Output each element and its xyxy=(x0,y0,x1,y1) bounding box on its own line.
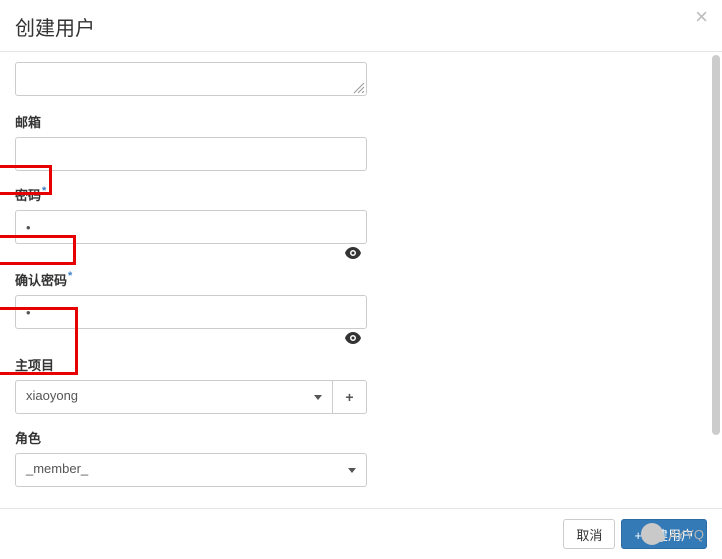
password-label-text: 密码 xyxy=(15,188,41,203)
required-star: * xyxy=(42,185,46,197)
description-textarea[interactable] xyxy=(15,62,367,96)
password-label: 密码* xyxy=(15,185,367,204)
modal-body: 邮箱 密码* 确认密码* xyxy=(0,52,722,508)
confirm-password-label: 确认密码* xyxy=(15,270,367,289)
close-icon[interactable]: × xyxy=(695,6,708,28)
primary-project-group: 主项目 xiaoyong + xyxy=(15,355,367,414)
primary-project-value: xiaoyong xyxy=(26,388,78,403)
create-user-button[interactable]: +创建用户 xyxy=(621,519,707,549)
role-group: 角色 _member_ xyxy=(15,428,367,487)
password-field[interactable] xyxy=(15,210,367,244)
email-group: 邮箱 xyxy=(15,112,367,171)
primary-project-select[interactable]: xiaoyong xyxy=(15,380,333,414)
add-project-button[interactable]: + xyxy=(333,380,367,414)
password-group: 密码* xyxy=(15,185,367,244)
email-field[interactable] xyxy=(15,137,367,171)
activate-checkbox[interactable]: ☑ 激活 xyxy=(15,505,367,508)
email-label: 邮箱 xyxy=(15,112,367,131)
chevron-down-icon xyxy=(348,468,356,473)
role-select[interactable]: _member_ xyxy=(15,453,367,487)
role-value: _member_ xyxy=(26,461,88,476)
chevron-down-icon xyxy=(314,395,322,400)
eye-icon[interactable] xyxy=(345,247,361,262)
confirm-password-field[interactable] xyxy=(15,295,367,329)
scrollbar-thumb[interactable] xyxy=(712,55,720,435)
modal-header: 创建用户 × xyxy=(0,0,722,52)
confirm-password-label-text: 确认密码 xyxy=(15,273,67,288)
eye-icon[interactable] xyxy=(345,332,361,347)
resize-handle-icon xyxy=(351,80,365,94)
primary-project-label: 主项目 xyxy=(15,355,367,374)
role-label: 角色 xyxy=(15,428,367,447)
cancel-button[interactable]: 取消 xyxy=(563,519,615,549)
required-star: * xyxy=(68,270,72,282)
activate-label: 激活 xyxy=(35,505,61,508)
modal-footer: 取消 +创建用户 xyxy=(0,508,722,559)
modal-title: 创建用户 xyxy=(15,12,707,41)
checkbox-checked-icon: ☑ xyxy=(15,507,27,509)
create-user-modal: 创建用户 × 邮箱 密码* xyxy=(0,0,722,559)
confirm-password-group: 确认密码* xyxy=(15,270,367,329)
plus-icon: + xyxy=(345,389,353,405)
